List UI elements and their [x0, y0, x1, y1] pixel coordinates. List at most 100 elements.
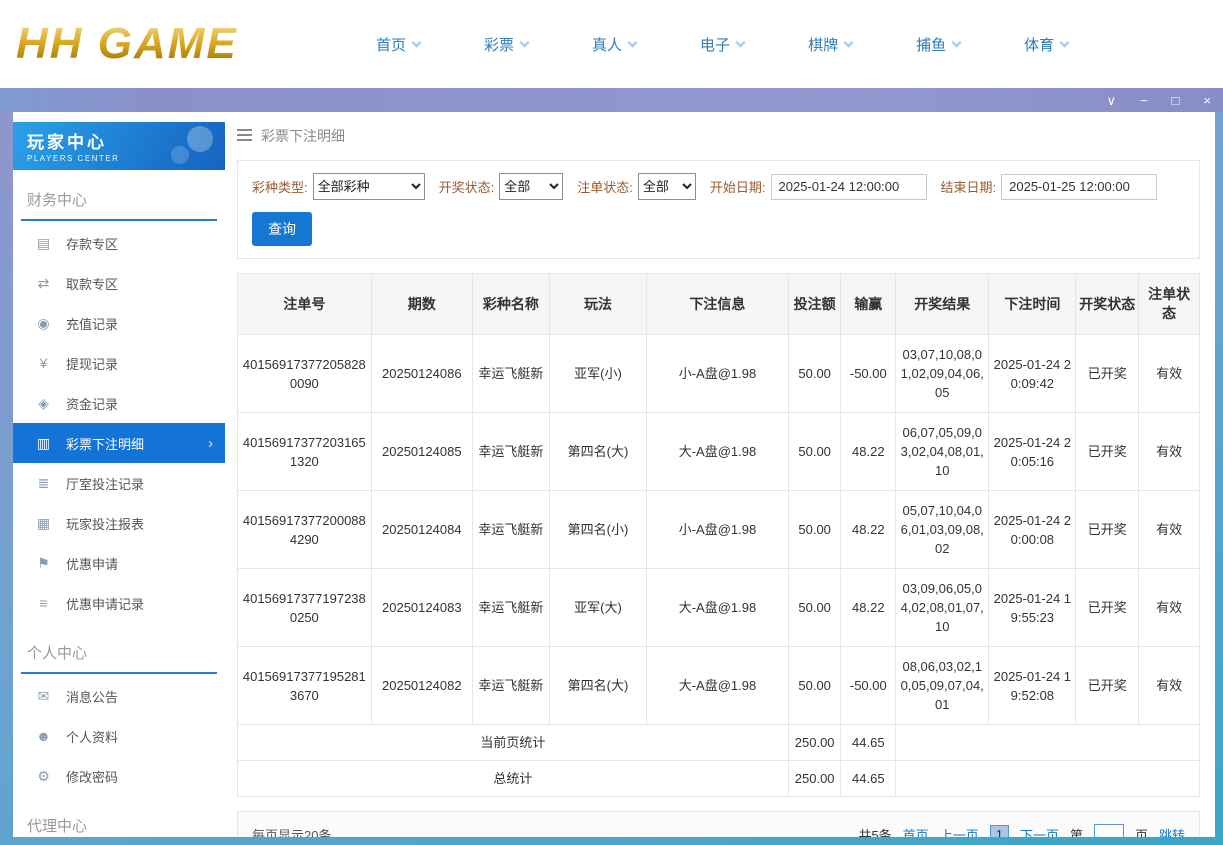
sidebar-item-withdrawal-record[interactable]: ¥ 提现记录: [13, 343, 225, 383]
cell-win-loss: -50.00: [840, 646, 897, 725]
nav-item-board-games[interactable]: 棋牌: [776, 34, 884, 55]
nav-menu: 首页 彩票 真人 电子 棋牌 捕鱼 体育: [344, 34, 1100, 55]
chevron-down-icon: [627, 37, 638, 47]
sidebar-item-recharge-record[interactable]: ◉ 充值记录: [13, 303, 225, 343]
funds-record-icon: ◈: [38, 394, 49, 411]
sidebar-item-funds-record[interactable]: ◈ 资金记录: [13, 383, 225, 423]
cell-bet-amount: 50.00: [787, 646, 842, 725]
summary-win-loss-total: 44.65: [840, 760, 897, 797]
sidebar-item-promo-apply[interactable]: ⚑ 优惠申请: [13, 543, 225, 583]
filter-row: 彩种类型: 全部彩种 开奖状态: 全部 注单状态: 全部 开始日期: 结束日期:: [252, 173, 1185, 200]
window-frame: 玩家中心 PLAYERS CENTER 财务中心 ▤ 存款专区 ⇄ 取款专区 ◉ 充值记录 ¥…: [0, 112, 1223, 845]
page-jump-input[interactable]: [1093, 824, 1124, 837]
table-header-row: 注单号 期数 彩种名称 玩法 下注信息 投注额 输赢 开奖结果 下注时间 开奖状态 注单状态: [237, 273, 1200, 335]
sidebar-item-label: 优惠申请记录: [66, 596, 145, 612]
nav-item-home[interactable]: 首页: [344, 34, 452, 55]
site-logo[interactable]: HH GAME: [16, 19, 316, 69]
cell-order-status: 有效: [1138, 412, 1200, 491]
sidebar-item-deposit-zone[interactable]: ▤ 存款专区: [13, 223, 225, 263]
minimize-window-icon[interactable]: −: [1140, 94, 1148, 107]
chevron-down-icon: [843, 37, 854, 47]
first-page-link[interactable]: 首页: [903, 825, 929, 837]
withdraw-zone-icon: ⇄: [37, 274, 50, 291]
collapse-window-icon[interactable]: ∨: [1106, 94, 1116, 107]
nav-item-slots[interactable]: 电子: [668, 34, 776, 55]
player-bet-report-icon: ▦: [36, 514, 51, 531]
sidebar-item-change-password[interactable]: ⚙ 修改密码: [13, 756, 225, 796]
cell-period: 20250124085: [370, 412, 473, 491]
sidebar-item-label: 提现记录: [66, 356, 119, 372]
cell-order-id: 401569173771952813670: [237, 646, 372, 725]
prev-page-link[interactable]: 上一页: [940, 825, 979, 837]
summary-bet-amount-current: 250.00: [787, 724, 842, 761]
withdrawal-record-icon: ¥: [39, 355, 48, 371]
nav-item-lottery[interactable]: 彩票: [452, 34, 560, 55]
col-header-order-id: 注单号: [237, 273, 372, 335]
recharge-record-icon: ◉: [37, 314, 50, 331]
summary-row-current-page: 当前页统计 250.00 44.65: [237, 724, 1200, 761]
chevron-down-icon: [519, 37, 530, 47]
cell-order-status: 有效: [1138, 568, 1200, 647]
cell-bet-amount: 50.00: [787, 568, 842, 647]
sidebar-subtitle: PLAYERS CENTER: [27, 154, 120, 163]
sidebar-item-profile[interactable]: ☻ 个人资料: [13, 716, 225, 756]
pagination-bar: 每页显示20条 共5条 首页 上一页 1 下一页 第 页 跳转: [237, 811, 1200, 837]
table-row: 401569173771952813670 20250124082 幸运飞艇新 第四名…: [237, 646, 1200, 725]
nav-item-fishing[interactable]: 捕鱼: [884, 34, 992, 55]
nav-item-label: 捕鱼: [916, 36, 947, 54]
summary-empty-total: [895, 760, 1200, 797]
sidebar-item-promo-apply-record[interactable]: ≡ 优惠申请记录: [13, 583, 225, 623]
nav-item-live[interactable]: 真人: [560, 34, 668, 55]
chevron-down-icon: [735, 37, 746, 47]
message-board-icon: ✉: [37, 687, 50, 704]
col-header-draw-status: 开奖状态: [1075, 273, 1140, 335]
end-date-input[interactable]: [1001, 173, 1158, 200]
chevron-down-icon: [1059, 37, 1070, 47]
next-page-link[interactable]: 下一页: [1020, 825, 1059, 837]
cell-order-id: 401569173772058280090: [237, 334, 372, 413]
col-header-bet-amount: 投注额: [787, 273, 842, 335]
col-header-lottery-name: 彩种名称: [471, 273, 550, 335]
nav-item-label: 棋牌: [808, 36, 839, 54]
cell-period: 20250124082: [370, 646, 473, 725]
current-page-indicator: 1: [989, 825, 1009, 837]
cell-draw-result: 03,07,10,08,01,02,09,04,06,05: [895, 334, 990, 413]
sidebar-item-label: 彩票下注明细: [66, 436, 145, 452]
sidebar-item-lottery-bet-detail[interactable]: ▥ 彩票下注明细 ›: [13, 423, 225, 463]
cell-draw-status: 已开奖: [1075, 568, 1140, 647]
cell-draw-status: 已开奖: [1075, 412, 1140, 491]
sidebar-item-label: 个人资料: [66, 729, 119, 745]
sidebar-item-withdraw-zone[interactable]: ⇄ 取款专区: [13, 263, 225, 303]
cell-bet-time: 2025-01-24 20:09:42: [988, 334, 1077, 413]
draw-status-select[interactable]: 全部: [499, 173, 564, 200]
start-date-label: 开始日期:: [709, 180, 766, 195]
order-status-select[interactable]: 全部: [637, 173, 696, 200]
lottery-type-select[interactable]: 全部彩种: [312, 173, 425, 200]
summary-bet-amount-total: 250.00: [787, 760, 842, 797]
cell-draw-result: 05,07,10,04,06,01,03,09,08,02: [895, 490, 990, 569]
breadcrumb: 彩票下注明细: [237, 126, 1200, 146]
jump-suffix-label: 页: [1134, 828, 1148, 837]
jump-button[interactable]: 跳转: [1159, 825, 1185, 837]
cell-draw-result: 06,07,05,09,03,02,04,08,01,10: [895, 412, 990, 491]
search-button[interactable]: 查询: [252, 212, 312, 246]
cell-lottery-name: 幸运飞艇新: [471, 412, 550, 491]
sidebar-item-label: 厅室投注记录: [66, 476, 145, 492]
cell-play: 第四名(小): [548, 490, 648, 569]
start-date-input[interactable]: [770, 173, 927, 200]
cell-bet-info: 大-A盘@1.98: [646, 646, 789, 725]
col-header-order-status: 注单状态: [1138, 273, 1200, 335]
col-header-draw-result: 开奖结果: [895, 273, 990, 335]
nav-item-sports[interactable]: 体育: [992, 34, 1100, 55]
sidebar-item-player-bet-report[interactable]: ▦ 玩家投注报表: [13, 503, 225, 543]
maximize-window-icon[interactable]: □: [1172, 94, 1180, 107]
filter-button-row: 查询: [252, 212, 1185, 246]
summary-win-loss-current: 44.65: [840, 724, 897, 761]
sidebar-item-message-board[interactable]: ✉ 消息公告: [13, 676, 225, 716]
bet-detail-table: 注单号 期数 彩种名称 玩法 下注信息 投注额 输赢 开奖结果 下注时间 开奖状态 注单状态 401…: [237, 273, 1200, 797]
sidebar-item-hall-bet-record[interactable]: ≣ 厅室投注记录: [13, 463, 225, 503]
cell-play: 亚军(大): [548, 568, 648, 647]
change-password-icon: ⚙: [37, 767, 50, 784]
close-window-icon[interactable]: ×: [1203, 94, 1211, 107]
cell-bet-time: 2025-01-24 19:55:23: [988, 568, 1077, 647]
